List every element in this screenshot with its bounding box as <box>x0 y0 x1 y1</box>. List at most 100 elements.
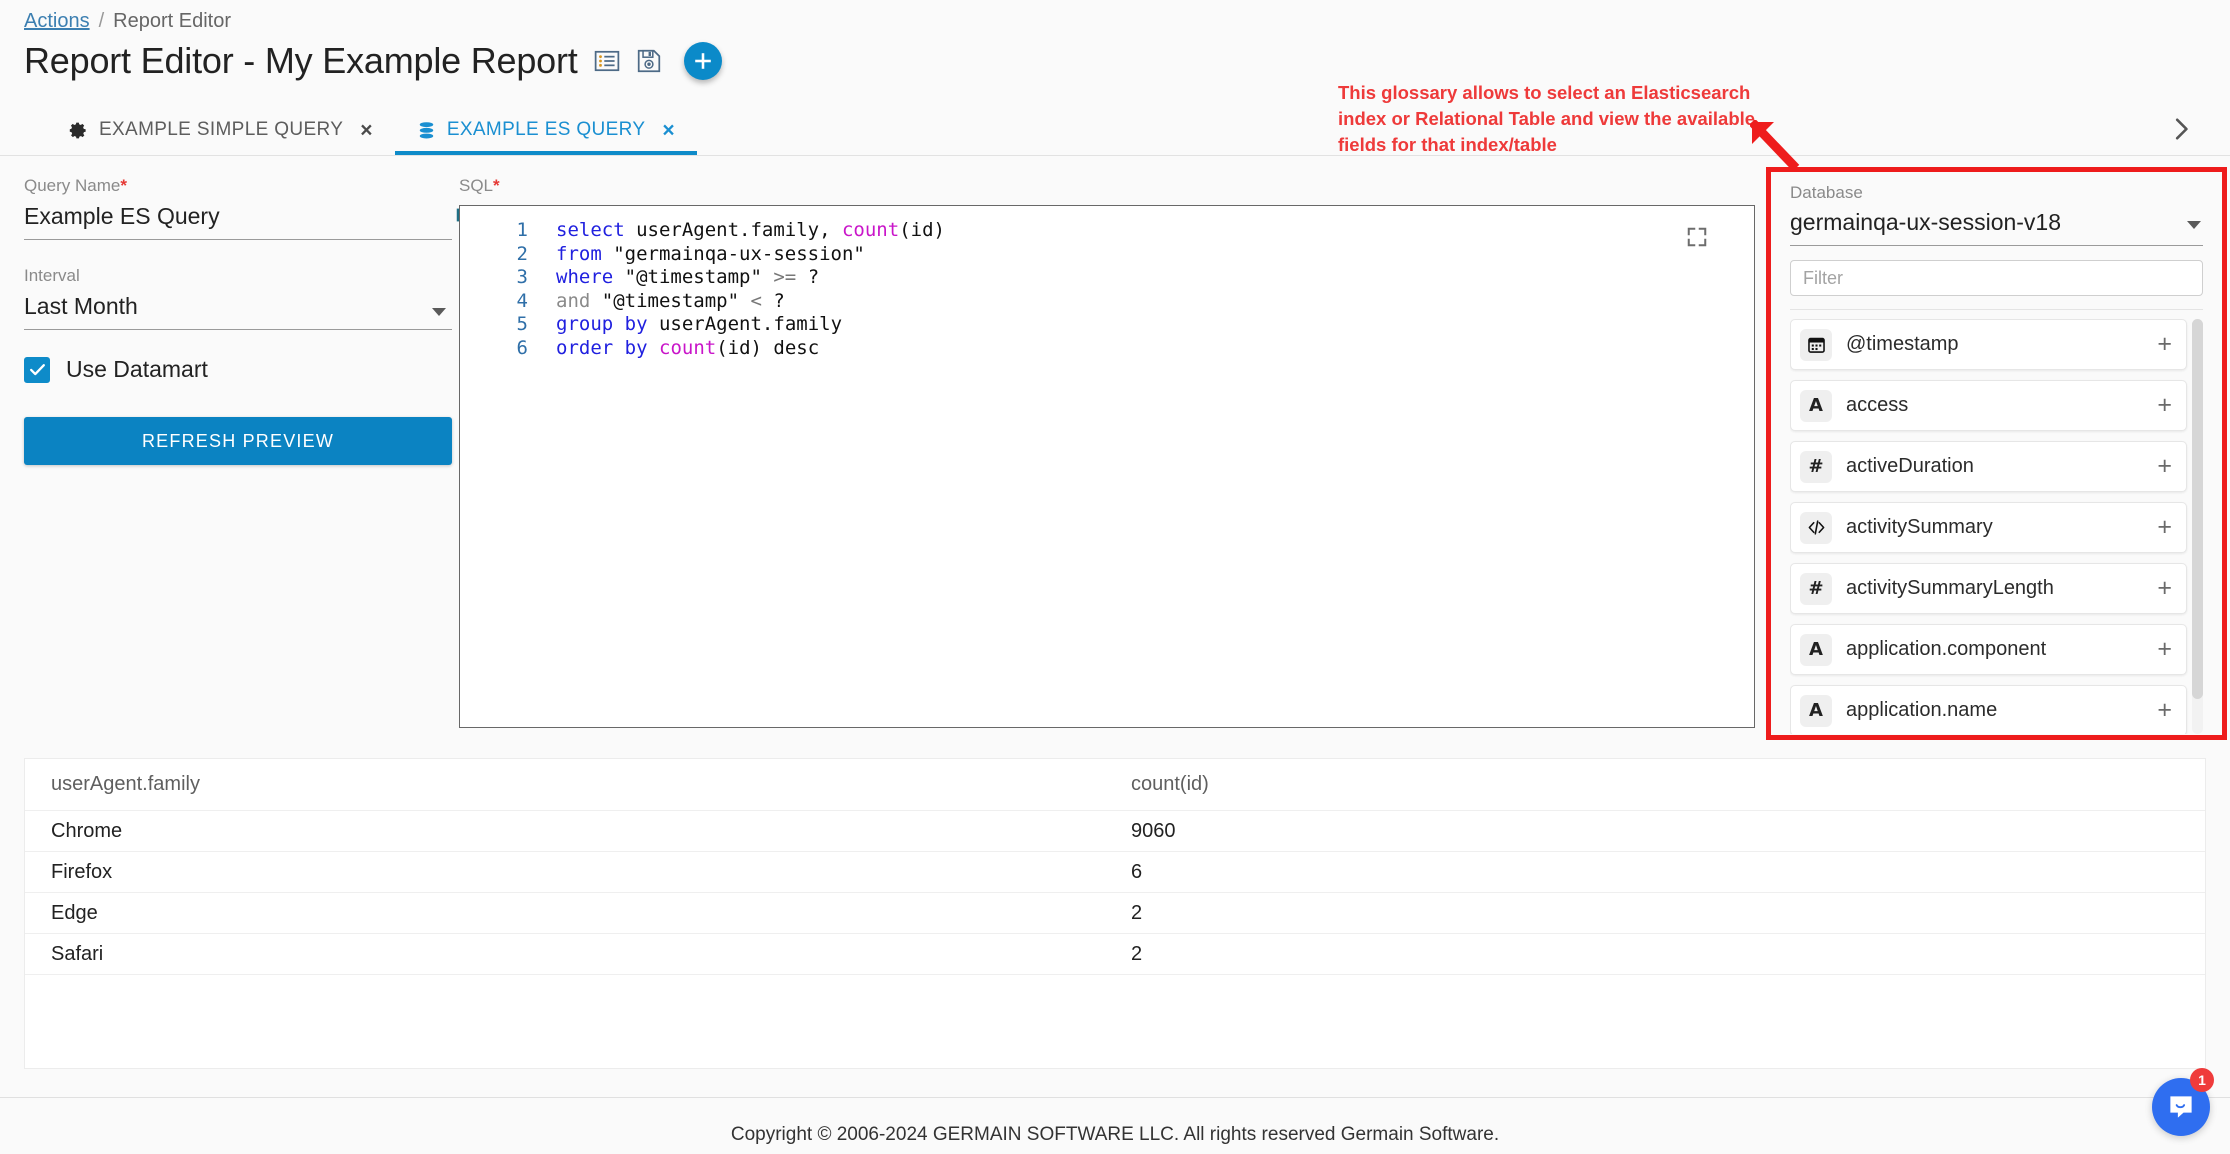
page-title-row: Report Editor - My Example Report <box>24 40 722 82</box>
add-field-icon[interactable]: + <box>2157 515 2174 540</box>
tab-close-icon[interactable]: × <box>662 120 675 141</box>
code-icon <box>1800 511 1832 544</box>
database-select[interactable]: germainqa-ux-session-v18 <box>1790 203 2203 246</box>
sql-editor[interactable]: 1 select userAgent.family, count(id) 2 from… <box>459 205 1755 728</box>
sql-line: 4 and "@timestamp" < ? <box>460 290 1754 314</box>
sql-token: by <box>624 336 648 359</box>
glossary-field-item[interactable]: Aaccess + <box>1790 380 2187 431</box>
sql-line-number: 6 <box>516 336 528 359</box>
sql-code[interactable]: 1 select userAgent.family, count(id) 2 from… <box>460 206 1754 360</box>
glossary-field-list[interactable]: @timestamp + Aaccess + # activeDuration + activ… <box>1790 319 2203 734</box>
glossary-field-name: application.name <box>1846 699 1998 721</box>
add-field-icon[interactable]: + <box>2157 637 2174 662</box>
add-field-icon[interactable]: + <box>2157 454 2174 479</box>
tab-label: EXAMPLE ES QUERY <box>446 119 646 140</box>
query-settings-panel: Query Name* Example ES Query Interval La… <box>24 176 474 465</box>
table-row: Edge 2 <box>25 893 2205 934</box>
use-datamart-checkbox[interactable] <box>24 356 50 383</box>
chevron-down-icon[interactable] <box>432 308 446 316</box>
table-cell: Firefox <box>51 860 113 883</box>
add-field-icon[interactable]: + <box>2157 576 2174 601</box>
sql-line-number: 5 <box>516 313 528 335</box>
use-datamart-label: Use Datamart <box>66 356 208 382</box>
chat-bubble-icon <box>2170 1096 2192 1118</box>
glossary-field-item[interactable]: # activitySummaryLength + <box>1790 563 2187 614</box>
sql-token: "@timestamp" <box>590 289 751 312</box>
sql-line: 6 order by count(id) desc <box>460 337 1754 361</box>
use-datamart-row[interactable]: Use Datamart <box>24 356 452 383</box>
glossary-panel: Database germainqa-ux-session-v18 @times… <box>1776 177 2217 734</box>
glossary-field-item[interactable]: Aapplication.component + <box>1790 624 2187 675</box>
sql-token: (id) <box>899 219 945 241</box>
app-root: Actions / Report Editor Report Editor - … <box>0 0 2230 1154</box>
chevron-right-icon[interactable] <box>2168 116 2194 142</box>
filter-input[interactable] <box>1790 260 2203 296</box>
glossary-scrollbar[interactable] <box>2192 319 2203 734</box>
sql-line-number: 2 <box>516 242 528 265</box>
glossary-field-item[interactable]: # activeDuration + <box>1790 441 2187 492</box>
gear-icon <box>69 122 86 138</box>
sql-line: 5 group by userAgent.family <box>460 313 1754 337</box>
save-icon[interactable] <box>636 48 662 74</box>
glossary-field-name: @timestamp <box>1846 333 1959 355</box>
add-field-icon[interactable]: + <box>2157 393 2174 418</box>
sql-token: >= <box>773 266 797 288</box>
glossary-field-item[interactable]: Aapplication.name + <box>1790 685 2187 734</box>
table-column-header[interactable]: count(id) <box>1131 773 2179 796</box>
tab-close-icon[interactable]: × <box>360 120 373 141</box>
glossary-field-name: access <box>1846 394 1909 416</box>
sql-token: (id) desc <box>716 336 820 359</box>
sql-token: count <box>659 336 717 359</box>
sql-token: userAgent.family, <box>624 219 842 241</box>
breadcrumb-current: Report Editor <box>113 10 231 32</box>
check-icon <box>29 364 45 376</box>
tab-example-es-query[interactable]: EXAMPLE ES QUERY × <box>394 105 698 155</box>
table-cell: 9060 <box>1131 819 1176 842</box>
sql-token: from <box>556 242 602 265</box>
plus-icon <box>694 53 711 69</box>
sql-token: by <box>624 313 648 335</box>
chat-unread-badge: 1 <box>2190 1068 2214 1092</box>
hash-icon: # <box>1800 572 1832 605</box>
list-icon[interactable] <box>594 48 620 74</box>
sql-line: 1 select userAgent.family, count(id) <box>460 219 1754 243</box>
sql-token: where <box>556 266 614 288</box>
query-name-field: Query Name* Example ES Query <box>24 176 474 240</box>
table-cell: Safari <box>51 942 104 965</box>
add-field-icon[interactable]: + <box>2157 332 2174 357</box>
breadcrumb: Actions / Report Editor <box>24 10 231 33</box>
tab-example-simple-query[interactable]: EXAMPLE SIMPLE QUERY × <box>47 105 395 155</box>
chevron-down-icon[interactable] <box>2187 221 2201 229</box>
glossary-scrollbar-thumb[interactable] <box>2192 319 2203 699</box>
sql-token: count <box>841 219 900 241</box>
glossary-field-item[interactable]: @timestamp + <box>1790 319 2187 370</box>
interval-select[interactable]: Last Month <box>24 293 452 330</box>
sql-token: < <box>750 289 762 312</box>
results-table: userAgent.family count(id) Chrome 9060 Firef… <box>24 758 2206 1069</box>
table-row: Chrome 9060 <box>25 811 2205 852</box>
database-icon <box>419 121 434 138</box>
sql-token: group <box>556 313 614 335</box>
table-cell: 6 <box>1131 860 1143 883</box>
glossary-field-item[interactable]: activitySummary + <box>1790 502 2187 553</box>
table-column-header[interactable]: userAgent.family <box>51 773 1131 796</box>
glossary-divider <box>1790 309 2203 310</box>
breadcrumb-link-actions[interactable]: Actions <box>24 10 90 33</box>
table-row: Safari 2 <box>25 934 2205 975</box>
add-field-icon[interactable]: + <box>2157 698 2174 723</box>
expand-icon[interactable] <box>1686 226 1708 248</box>
query-name-input[interactable]: Example ES Query <box>24 203 452 240</box>
sql-label-text: SQL <box>459 176 494 195</box>
sql-token: ? <box>761 289 785 312</box>
sql-line-number: 1 <box>516 219 528 241</box>
table-header-row: userAgent.family count(id) <box>25 759 2205 811</box>
query-tabs: EXAMPLE SIMPLE QUERY × EXAMPLE ES QUERY … <box>47 105 698 155</box>
refresh-preview-button[interactable]: REFRESH PREVIEW <box>24 417 452 465</box>
add-query-button[interactable] <box>683 42 722 80</box>
glossary-field-name: activitySummaryLength <box>1846 577 2054 599</box>
table-cell: Chrome <box>51 819 123 842</box>
tab-label: EXAMPLE SIMPLE QUERY <box>99 119 344 140</box>
